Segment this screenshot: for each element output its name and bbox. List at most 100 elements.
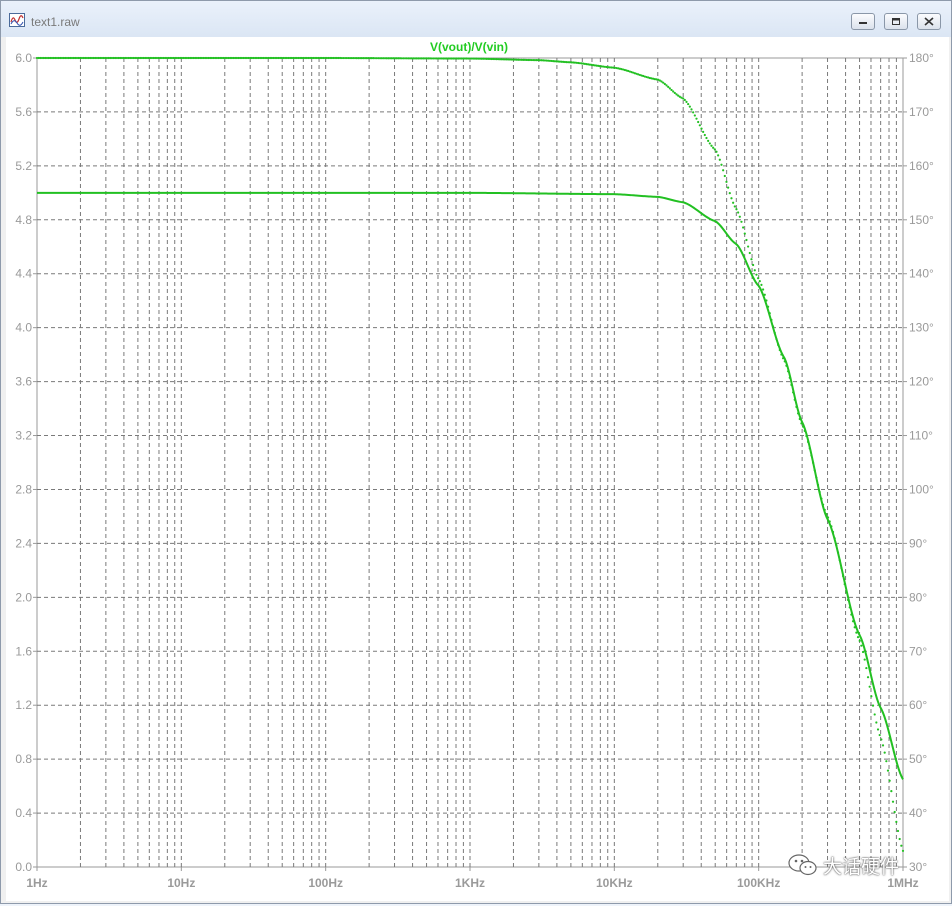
phase-point [695, 117, 698, 120]
phase-point [870, 695, 873, 698]
phase-point [760, 283, 763, 286]
bode-chart[interactable]: V(vout)/V(vin) 0.0 0.4 0.8 1.2 1.6 2.0 2.4 2.8 3… [6, 37, 949, 901]
y-right-tick-label: 160° [909, 159, 934, 173]
y-right-tick-label: 50° [909, 752, 927, 766]
phase-point [828, 520, 831, 523]
phase-point [805, 434, 808, 438]
phase-point [901, 849, 905, 852]
phase-point [665, 84, 668, 87]
y-left-tick-label: 2.0 [15, 590, 32, 604]
title-bar[interactable]: text1.raw [1, 1, 951, 37]
phase-point [881, 744, 885, 747]
phase-point [825, 513, 828, 516]
phase-point [775, 337, 778, 341]
phase-point [780, 353, 783, 356]
phase-point [850, 613, 853, 616]
phase-point [845, 591, 848, 594]
chart-title: V(vout)/V(vin) [430, 40, 508, 54]
phase-point [826, 516, 830, 519]
phase-point [890, 790, 893, 793]
y-right-tick-label: 150° [909, 213, 934, 227]
phase-point [885, 760, 888, 763]
phase-point [898, 837, 901, 841]
restore-button[interactable] [884, 13, 908, 30]
phase-point [742, 226, 745, 229]
phase-point [738, 215, 741, 218]
phase-point [735, 208, 738, 211]
y-right-tick-label: 80° [909, 590, 927, 604]
watermark: 大话硬件 [787, 852, 899, 878]
x-tick-label: 1KHz [455, 876, 485, 890]
phase-point [682, 97, 685, 100]
phase-point [811, 461, 815, 464]
y-left-tick-label: 1.6 [15, 644, 32, 658]
phase-point [727, 186, 730, 189]
y-left-tick-label: 0.0 [15, 860, 32, 874]
phase-point [796, 412, 800, 415]
phase-point [702, 130, 705, 133]
phase-point [871, 704, 875, 707]
y-right-tick-label: 120° [909, 375, 934, 389]
close-icon [924, 17, 934, 26]
phase-point [755, 273, 758, 276]
phase-point [801, 425, 805, 428]
phase-point [767, 305, 770, 308]
phase-point [810, 454, 813, 457]
phase-point [772, 325, 775, 328]
phase-point [707, 139, 710, 142]
phase-point [861, 650, 865, 654]
phase-point [722, 169, 725, 172]
phase-point [790, 383, 793, 386]
phase-point [765, 299, 768, 302]
y-left-tick-label: 5.2 [15, 159, 32, 173]
phase-point [670, 88, 673, 92]
phase-point [672, 90, 675, 93]
y-left-tick-label: 3.2 [15, 429, 32, 443]
close-button[interactable] [917, 13, 941, 30]
phase-point [747, 245, 750, 248]
phase-point [712, 146, 715, 149]
plot-area[interactable]: V(vout)/V(vin) 0.0 0.4 0.8 1.2 1.6 2.0 2.4 2.8 3… [6, 37, 949, 901]
axes: 0.0 0.4 0.8 1.2 1.6 2.0 2.4 2.8 3.2 3.6 4.0 4.4 4.8 5… [15, 51, 934, 890]
window-title: text1.raw [31, 15, 80, 29]
phase-point [878, 733, 881, 737]
phase-point [663, 82, 666, 86]
phase-point [715, 150, 718, 153]
phase-point [856, 636, 860, 639]
phase-point [717, 154, 720, 157]
phase-point [737, 211, 740, 214]
phase-point [888, 779, 891, 782]
y-left-tick-label: 0.4 [15, 806, 32, 820]
phase-point [745, 238, 748, 242]
phase-point [667, 85, 670, 88]
phase-point [757, 277, 760, 280]
phase-point [895, 820, 898, 823]
y-left-tick-label: 3.6 [15, 375, 32, 389]
phase-point [791, 391, 795, 394]
phase-point [758, 280, 761, 283]
watermark-text: 大话硬件 [823, 856, 900, 878]
y-left-tick-label: 5.6 [15, 105, 32, 119]
phase-point [868, 685, 871, 688]
phase-point [785, 364, 788, 367]
phase-point [720, 163, 723, 166]
minimize-icon [859, 22, 867, 24]
phase-point [683, 98, 686, 102]
x-tick-label: 10KHz [596, 876, 633, 890]
phase-point [752, 263, 755, 267]
phase-point [806, 440, 810, 443]
phase-point [690, 108, 693, 111]
minimize-button[interactable] [851, 13, 875, 30]
phase-point [833, 537, 836, 540]
phase-point [708, 142, 711, 145]
x-tick-label: 100KHz [737, 876, 780, 890]
phase-point [718, 158, 721, 161]
plot-window: text1.raw V(vout)/V(vin) 0.0 0.4 0.8 1.2 1.6… [0, 0, 952, 904]
phase-point [728, 192, 731, 195]
phase-point [840, 566, 843, 570]
phase-point [705, 136, 708, 140]
phase-point [876, 728, 880, 731]
phase-point [773, 331, 776, 334]
y-right-tick-label: 60° [909, 698, 927, 712]
phase-point [866, 676, 870, 679]
